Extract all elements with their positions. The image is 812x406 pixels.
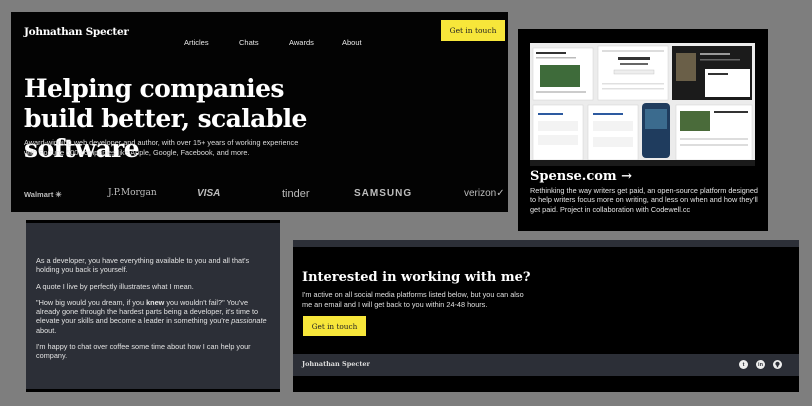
nav-chats[interactable]: Chats [239, 38, 259, 47]
linkedin-icon[interactable]: in [756, 360, 765, 369]
twitter-icon[interactable]: t [739, 360, 748, 369]
project-card[interactable]: Spense.com → Rethinking the way writers … [518, 29, 768, 231]
get-in-touch-button[interactable]: Get in touch [441, 20, 505, 41]
site-brand[interactable]: Johnathan Specter [24, 26, 129, 38]
github-icon[interactable] [773, 360, 782, 369]
nav-awards[interactable]: Awards [289, 38, 314, 47]
quote-part: "How big would you dream, if you [36, 297, 147, 307]
about-text: As a developer, you have everything avai… [36, 256, 268, 368]
about-paragraph-1: As a developer, you have everything avai… [36, 256, 250, 275]
nav-about[interactable]: About [342, 38, 362, 47]
nav-articles[interactable]: Articles [184, 38, 209, 47]
quote-italic: passionate [231, 316, 267, 326]
contact-body: I'm active on all social media platforms… [302, 290, 524, 309]
contact-get-in-touch-button[interactable]: Get in touch [303, 316, 366, 336]
client-logos: Walmart ✳ J.P.Morgan VISA tinder SAMSUNG… [24, 188, 505, 202]
tinder-logo: tinder [282, 188, 310, 200]
verizon-logo: verizon✓ [464, 188, 505, 199]
about-paragraph-4: I'm happy to chat over coffee some time … [36, 342, 251, 361]
quote-part: about. [36, 325, 57, 335]
contact-card: Interested in working with me? I'm activ… [293, 240, 799, 392]
about-quote-card: As a developer, you have everything avai… [26, 220, 280, 392]
site-footer: Johnathan Specter t in [293, 354, 799, 376]
walmart-logo: Walmart ✳ [24, 190, 62, 199]
project-description: Rethinking the way writers get paid, an … [530, 186, 758, 214]
samsung-logo: SAMSUNG [354, 188, 413, 199]
project-mockup-illustration [530, 43, 755, 166]
project-title[interactable]: Spense.com → [530, 169, 632, 184]
footer-brand[interactable]: Johnathan Specter [302, 360, 370, 368]
project-screenshot[interactable] [530, 43, 755, 166]
visa-logo: VISA [197, 188, 221, 199]
about-paragraph-2: A quote I live by perfectly illustrates … [36, 281, 194, 291]
hero-intro: Award-winning web developer and author, … [24, 138, 299, 157]
about-paragraph-3: "How big would you dream, if you knew yo… [36, 298, 268, 335]
contact-heading: Interested in working with me? [302, 270, 531, 285]
jpmorgan-logo: J.P.Morgan [108, 188, 157, 198]
hero-card: Johnathan Specter Articles Chats Awards … [11, 12, 508, 212]
quote-emphasis: knew [146, 297, 165, 307]
